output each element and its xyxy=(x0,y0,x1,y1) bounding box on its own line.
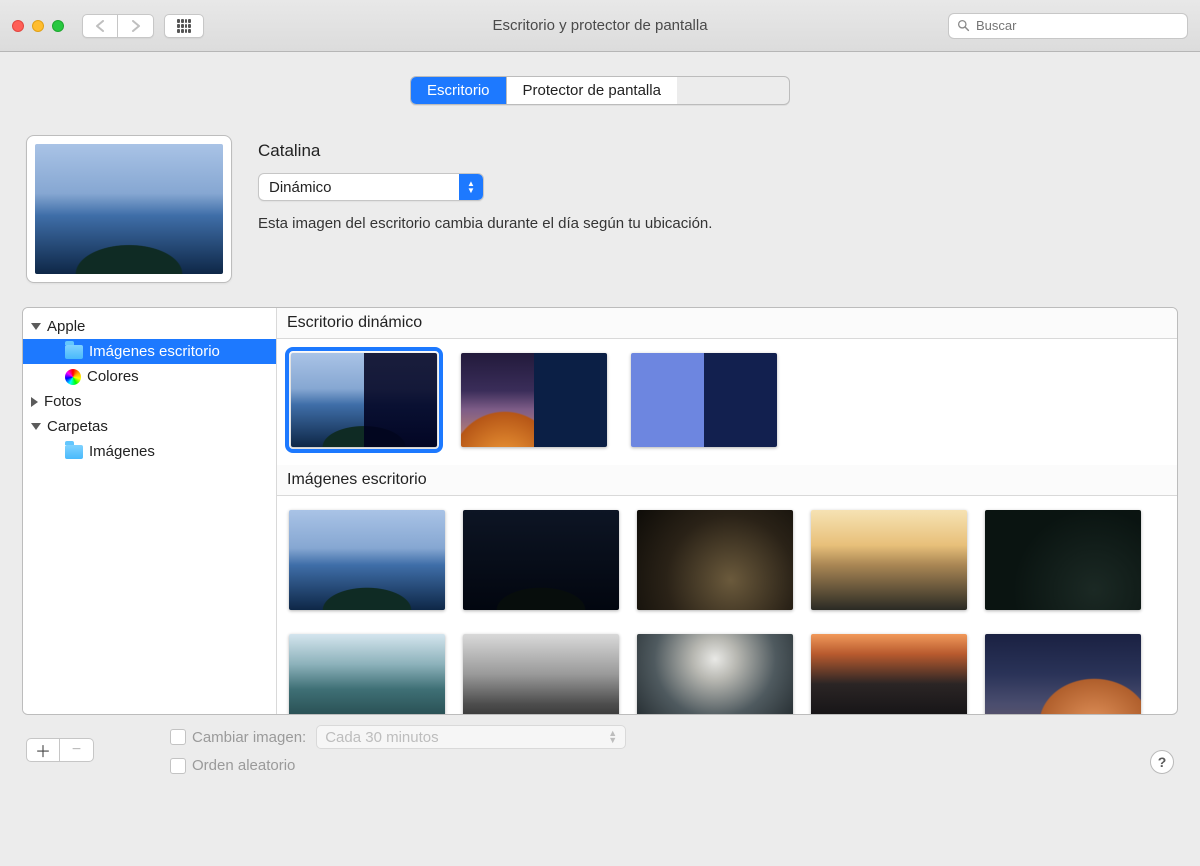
wallpaper-catalina-dynamic[interactable] xyxy=(291,353,437,447)
tree-apple[interactable]: Apple xyxy=(23,314,276,339)
tree-label: Imágenes xyxy=(89,443,155,460)
section-wallpapers-header: Imágenes escritorio xyxy=(277,465,1177,496)
wallpapers-row-2 xyxy=(277,620,1177,714)
current-wallpaper-block: Catalina Dinámico ▲▼ Esta imagen del esc… xyxy=(26,135,1174,283)
wallpaper-item[interactable] xyxy=(985,634,1141,714)
disclosure-triangle-icon[interactable] xyxy=(31,423,41,430)
dynamic-mode-select[interactable]: Dinámico ▲▼ xyxy=(258,173,484,201)
dynamic-row xyxy=(277,339,1177,465)
tree-label: Apple xyxy=(47,318,85,335)
wallpaper-item[interactable] xyxy=(289,510,445,610)
search-field[interactable] xyxy=(948,13,1188,39)
interval-value: Cada 30 minutos xyxy=(325,729,438,746)
search-input[interactable] xyxy=(976,18,1179,33)
random-order-checkbox[interactable] xyxy=(170,758,186,774)
tab-screensaver[interactable]: Protector de pantalla xyxy=(506,77,677,104)
tree-colors[interactable]: Colores xyxy=(23,364,276,389)
show-all-button[interactable] xyxy=(164,14,204,38)
tree-folders[interactable]: Carpetas xyxy=(23,414,276,439)
wallpaper-item[interactable] xyxy=(637,634,793,714)
wallpaper-item[interactable] xyxy=(985,510,1141,610)
disclosure-triangle-icon[interactable] xyxy=(31,397,38,407)
grid-icon xyxy=(177,19,191,33)
change-picture-checkbox[interactable] xyxy=(170,729,186,745)
titlebar: Escritorio y protector de pantalla xyxy=(0,0,1200,52)
tree-label: Carpetas xyxy=(47,418,108,435)
interval-select[interactable]: Cada 30 minutos ▲▼ xyxy=(316,725,626,749)
dynamic-mode-value: Dinámico xyxy=(259,174,459,200)
help-button[interactable]: ? xyxy=(1150,750,1174,774)
tab-control: Escritorio Protector de pantalla xyxy=(410,76,790,105)
remove-folder-button[interactable]: − xyxy=(60,738,94,762)
random-order-row: Orden aleatorio xyxy=(170,757,626,774)
picker-panel: Apple Imágenes escritorio Colores Fotos xyxy=(22,307,1178,715)
tree-desktop-pictures[interactable]: Imágenes escritorio xyxy=(23,339,276,364)
change-picture-row: Cambiar imagen: Cada 30 minutos ▲▼ xyxy=(170,725,626,749)
wallpaper-mojave-dynamic[interactable] xyxy=(461,353,607,447)
current-wallpaper-name: Catalina xyxy=(258,141,1174,161)
change-options: Cambiar imagen: Cada 30 minutos ▲▼ Orden… xyxy=(170,725,626,774)
wallpaper-item[interactable] xyxy=(463,634,619,714)
tree-label: Fotos xyxy=(44,393,82,410)
disclosure-triangle-icon[interactable] xyxy=(31,323,41,330)
preference-pane: Escritorio Protector de pantalla Catalin… xyxy=(0,52,1200,792)
stepper-icon: ▲▼ xyxy=(608,730,617,744)
forward-button[interactable] xyxy=(118,14,154,38)
tree-photos[interactable]: Fotos xyxy=(23,389,276,414)
tree-label: Colores xyxy=(87,368,139,385)
folder-icon xyxy=(65,445,83,459)
dynamic-description: Esta imagen del escritorio cambia durant… xyxy=(258,215,1174,232)
random-order-label: Orden aleatorio xyxy=(192,757,295,774)
tab-desktop[interactable]: Escritorio xyxy=(411,77,506,104)
folder-icon xyxy=(65,345,83,359)
search-icon xyxy=(957,19,970,32)
wallpaper-item[interactable] xyxy=(811,634,967,714)
add-folder-button[interactable]: ＋ xyxy=(26,738,60,762)
color-wheel-icon xyxy=(65,369,81,385)
current-wallpaper-preview xyxy=(26,135,232,283)
close-window-button[interactable] xyxy=(12,20,24,32)
wallpaper-item[interactable] xyxy=(289,634,445,714)
wallpaper-thumbnail xyxy=(35,144,223,274)
section-dynamic-header: Escritorio dinámico xyxy=(277,308,1177,339)
wallpaper-item[interactable] xyxy=(637,510,793,610)
change-picture-label: Cambiar imagen: xyxy=(192,729,306,746)
chevron-right-icon xyxy=(131,20,141,32)
back-button[interactable] xyxy=(82,14,118,38)
current-wallpaper-info: Catalina Dinámico ▲▼ Esta imagen del esc… xyxy=(258,135,1174,232)
wallpaper-collection: Escritorio dinámico Imágenes escritorio xyxy=(277,308,1177,714)
wallpapers-row-1 xyxy=(277,496,1177,620)
source-tree: Apple Imágenes escritorio Colores Fotos xyxy=(23,308,276,464)
wallpaper-item[interactable] xyxy=(811,510,967,610)
tree-label: Imágenes escritorio xyxy=(89,343,220,360)
zoom-window-button[interactable] xyxy=(52,20,64,32)
window-controls xyxy=(12,20,64,32)
nav-group xyxy=(82,14,154,38)
stepper-icon: ▲▼ xyxy=(459,174,483,200)
tree-images-folder[interactable]: Imágenes xyxy=(23,439,276,464)
bottom-controls: ＋ − Cambiar imagen: Cada 30 minutos ▲▼ O… xyxy=(22,725,1178,774)
chevron-left-icon xyxy=(95,20,105,32)
wallpaper-item[interactable] xyxy=(463,510,619,610)
add-remove-group: ＋ − xyxy=(26,738,94,762)
source-sidebar: Apple Imágenes escritorio Colores Fotos xyxy=(23,308,277,714)
minimize-window-button[interactable] xyxy=(32,20,44,32)
wallpaper-solar-gradients[interactable] xyxy=(631,353,777,447)
